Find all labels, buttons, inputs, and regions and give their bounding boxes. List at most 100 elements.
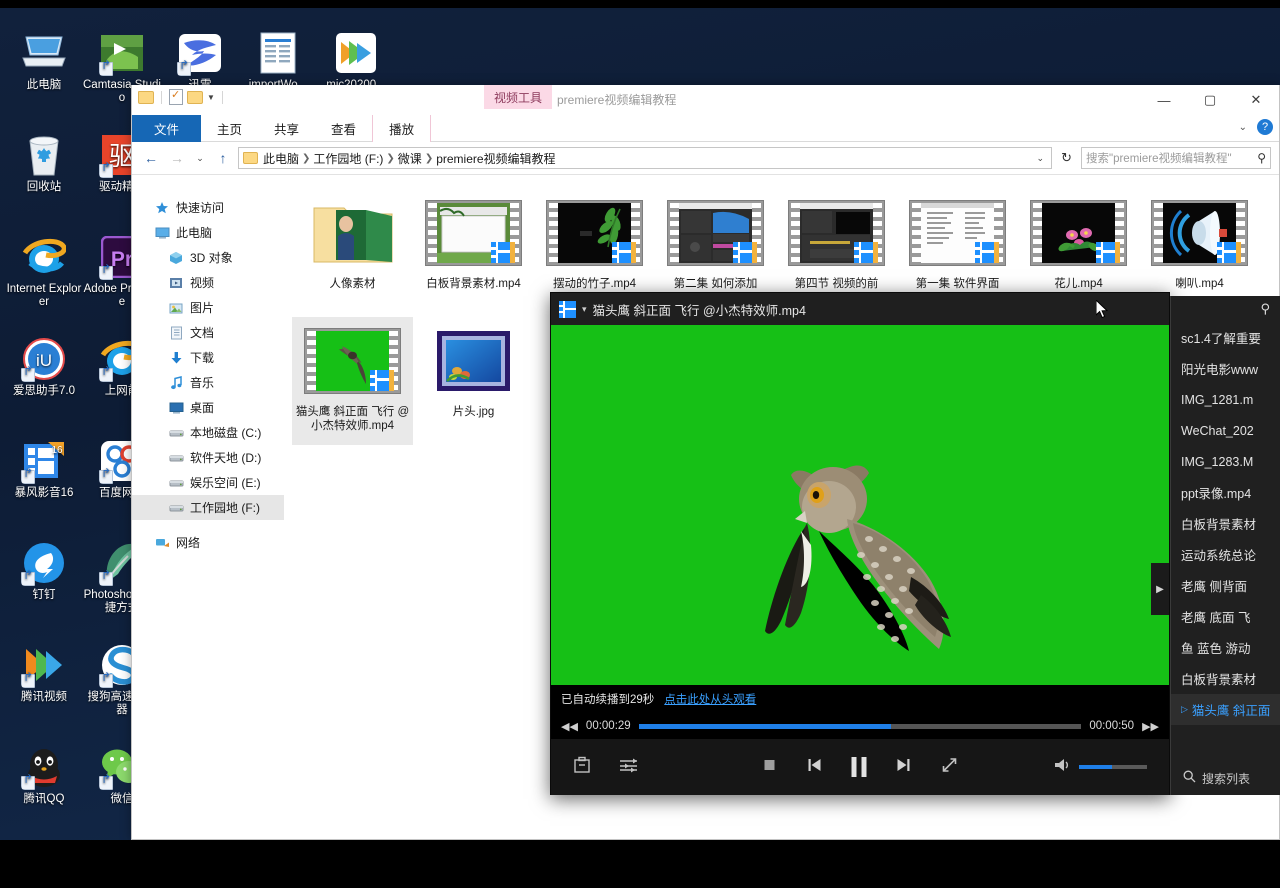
nav-item-5[interactable]: 文档: [132, 320, 284, 345]
progress-slider[interactable]: [638, 723, 1082, 729]
breadcrumb[interactable]: 此电脑 ❯ 工作园地 (F:) ❯ 微课 ❯ premiere视频编辑教程 ⌄: [238, 147, 1053, 169]
player-controls[interactable]: [551, 739, 1169, 795]
pin-icon[interactable]: ⚲: [1260, 301, 1270, 317]
refresh-icon[interactable]: ↻: [1056, 150, 1077, 166]
help-icon[interactable]: ?: [1257, 119, 1273, 135]
ribbon-right-controls[interactable]: ⌄ ?: [1239, 119, 1273, 135]
desktop-icon-media-file[interactable]: mic20200...: [317, 30, 395, 92]
volume-icon[interactable]: [1053, 757, 1071, 778]
nav-item-3[interactable]: 视频: [132, 270, 284, 295]
playlist-item[interactable]: 阳光电影www: [1171, 353, 1280, 384]
breadcrumb-item[interactable]: 此电脑: [263, 150, 299, 167]
folder-icon[interactable]: [138, 90, 154, 104]
explorer-title-bar[interactable]: ▼ 视频工具 premiere视频编辑教程 — ▢ ✕: [132, 85, 1279, 115]
forward-button[interactable]: →: [166, 147, 188, 169]
playlist-item[interactable]: sc1.4了解重要: [1171, 322, 1280, 353]
breadcrumb-item[interactable]: premiere视频编辑教程: [436, 150, 555, 167]
nav-item-12[interactable]: 工作园地 (F:): [132, 495, 284, 520]
playlist-item[interactable]: 白板背景素材: [1171, 508, 1280, 539]
chevron-down-icon[interactable]: ⌄: [1239, 122, 1247, 133]
nav-item-9[interactable]: 本地磁盘 (C:): [132, 420, 284, 445]
player-title-bar[interactable]: ▾ 猫头鹰 斜正面 飞行 @小杰特效师.mp4: [551, 293, 1169, 325]
desktop-icon-dingtalk[interactable]: 钉钉: [5, 540, 83, 602]
desktop-icon-internet-explorer[interactable]: Internet Explorer: [5, 234, 83, 309]
search-input[interactable]: 搜索"premiere视频编辑教程" ⚲: [1081, 147, 1271, 169]
address-bar[interactable]: ← → ⌄ ↑ 此电脑 ❯ 工作园地 (F:) ❯ 微课 ❯ premiere视频编辑教程 …: [132, 142, 1279, 174]
volume-slider[interactable]: [1079, 765, 1147, 769]
desktop-icon-thunder-xunlei[interactable]: 迅雷: [161, 30, 239, 92]
previous-track-icon[interactable]: [806, 756, 824, 779]
desktop-icon-baofeng-player[interactable]: 16 暴风影音16: [5, 438, 83, 500]
ribbon-tab-1[interactable]: 主页: [201, 115, 258, 142]
desktop-icon-excel-file[interactable]: importWo...: [239, 30, 317, 92]
stop-icon[interactable]: [762, 757, 778, 778]
playlist-item[interactable]: WeChat_202: [1171, 415, 1280, 446]
minimize-button[interactable]: —: [1141, 85, 1187, 115]
playlist-item[interactable]: 鱼 蓝色 游动: [1171, 632, 1280, 663]
nav-item-1[interactable]: 此电脑: [132, 220, 284, 245]
desktop-icon-aisi-assistant[interactable]: iU 爱思助手7.0: [5, 336, 83, 398]
playlist-item[interactable]: IMG_1283.M: [1171, 446, 1280, 477]
playlist-item[interactable]: 老鹰 底面 飞: [1171, 601, 1280, 632]
equalizer-icon[interactable]: [619, 756, 639, 778]
new-folder-icon[interactable]: [187, 90, 203, 104]
fullscreen-icon[interactable]: [941, 756, 959, 779]
media-player-window[interactable]: ▾ 猫头鹰 斜正面 飞行 @小杰特效师.mp4 ▶ 已自动续播到29秒 点击此处…: [550, 292, 1170, 795]
nav-item-8[interactable]: 桌面: [132, 395, 284, 420]
ribbon-tab-bar[interactable]: 文件 主页 共享 查看 播放 ⌄ ?: [132, 115, 1279, 142]
playlist-item[interactable]: 白板背景素材: [1171, 663, 1280, 694]
quick-access-toolbar[interactable]: ▼: [138, 88, 226, 105]
playlist-item[interactable]: IMG_1281.m: [1171, 384, 1280, 415]
properties-icon[interactable]: [169, 88, 183, 105]
nav-item-11[interactable]: 娱乐空间 (E:): [132, 470, 284, 495]
playlist-panel[interactable]: ⚲ sc1.4了解重要 阳光电影www IMG_1281.m WeChat_202 IM…: [1170, 296, 1280, 795]
file-tile[interactable]: 片头.jpg: [413, 317, 534, 445]
contextual-tab-video-tools[interactable]: 视频工具: [484, 85, 552, 109]
playlist-item[interactable]: ppt录像.mp4: [1171, 477, 1280, 508]
up-button[interactable]: ↑: [212, 147, 234, 169]
ribbon-tab-4[interactable]: 播放: [372, 115, 432, 142]
desktop-icon-tencent-qq[interactable]: 腾讯QQ: [5, 744, 83, 806]
desktop-icon-this-pc[interactable]: 此电脑: [5, 30, 83, 92]
nav-item-0[interactable]: 快速访问: [132, 195, 284, 220]
nav-item-6[interactable]: 下载: [132, 345, 284, 370]
playlist-expand-button[interactable]: ▶: [1151, 563, 1169, 615]
file-tile[interactable]: 白板背景素材.mp4: [413, 189, 534, 317]
desktop-icon-tencent-video[interactable]: 腾讯视频: [5, 642, 83, 704]
capture-icon[interactable]: [573, 756, 591, 778]
nav-item-13[interactable]: 网络: [132, 530, 284, 555]
nav-item-4[interactable]: 图片: [132, 295, 284, 320]
next-track-icon[interactable]: [895, 756, 913, 779]
ribbon-tab-3[interactable]: 查看: [315, 115, 372, 142]
volume-group[interactable]: [1053, 757, 1147, 778]
pause-icon[interactable]: [851, 757, 867, 777]
maximize-button[interactable]: ▢: [1187, 85, 1233, 115]
ribbon-tab-2[interactable]: 共享: [258, 115, 315, 142]
seek-bar-row[interactable]: ◀◀ 00:00:29 00:00:50 ▶▶: [551, 713, 1169, 739]
search-icon[interactable]: ⚲: [1257, 151, 1266, 165]
fast-forward-icon[interactable]: ▶▶: [1142, 720, 1159, 733]
video-surface[interactable]: ▶: [551, 325, 1169, 685]
recent-locations-button[interactable]: ⌄: [192, 147, 208, 169]
nav-item-7[interactable]: 音乐: [132, 370, 284, 395]
playlist-search-input[interactable]: 搜索列表: [1171, 761, 1280, 795]
playlist-item[interactable]: 运动系统总论: [1171, 539, 1280, 570]
close-button[interactable]: ✕: [1233, 85, 1279, 115]
desktop-icon-recycle-bin[interactable]: 回收站: [5, 132, 83, 194]
chevron-down-icon[interactable]: ▾: [582, 304, 587, 315]
file-tile[interactable]: 猫头鹰 斜正面 飞行 @小杰特效师.mp4: [292, 317, 413, 445]
chevron-down-icon[interactable]: ⌄: [1037, 153, 1048, 164]
chevron-down-icon[interactable]: ▼: [207, 93, 215, 102]
file-tile[interactable]: 人像素材: [292, 189, 413, 317]
navigation-pane[interactable]: 快速访问 此电脑 3D 对象 视频 图片 文档 下载 音乐 桌面 本地磁盘 (C:) 软件天地 (D…: [132, 175, 284, 838]
breadcrumb-item[interactable]: 微课: [398, 150, 422, 167]
playlist-item[interactable]: ▷ 猫头鹰 斜正面: [1171, 694, 1280, 725]
nav-item-2[interactable]: 3D 对象: [132, 245, 284, 270]
breadcrumb-item[interactable]: 工作园地 (F:): [313, 150, 383, 167]
nav-item-10[interactable]: 软件天地 (D:): [132, 445, 284, 470]
playlist-item[interactable]: 老鹰 侧背面: [1171, 570, 1280, 601]
ribbon-tab-0[interactable]: 文件: [132, 115, 202, 142]
rewind-icon[interactable]: ◀◀: [561, 720, 578, 733]
window-controls[interactable]: — ▢ ✕: [1141, 85, 1279, 115]
back-button[interactable]: ←: [140, 147, 162, 169]
